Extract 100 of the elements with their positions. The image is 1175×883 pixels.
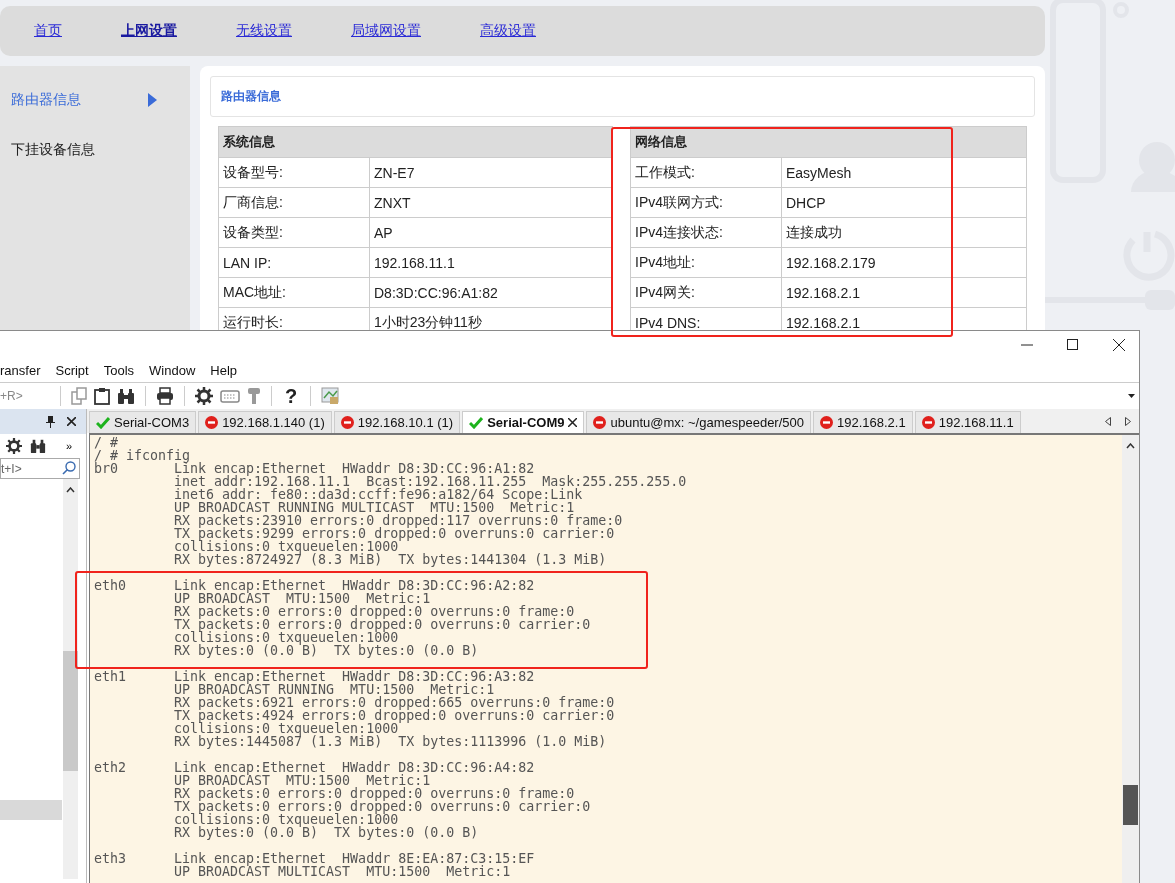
- keyboard-icon[interactable]: [220, 389, 240, 404]
- map-lock-icon[interactable]: [321, 387, 339, 406]
- connect-field[interactable]: +R>: [0, 389, 50, 404]
- sidebar-item[interactable]: 路由器信息: [0, 90, 190, 110]
- scroll-thumb[interactable]: [1123, 785, 1138, 825]
- binoculars-icon[interactable]: [30, 438, 46, 454]
- terminal-line: RX bytes:0 (0.0 B) TX bytes:0 (0.0 B): [174, 644, 479, 657]
- nav-link[interactable]: 局域网设置: [351, 22, 421, 40]
- terminal-line: TX packets:0 errors:0 dropped:0 overruns:0 carrier:0: [174, 618, 591, 631]
- scroll-up-icon[interactable]: [1126, 443, 1135, 449]
- nav-link[interactable]: 首页: [34, 22, 62, 40]
- terminal-line: collisions:0 txqueuelen:1000: [174, 540, 399, 553]
- table-cell: IPv4联网方式:: [630, 187, 782, 218]
- terminal-line: RX bytes:1445087 (1.3 MiB) TX bytes:1113996 (1.0 MiB): [174, 735, 607, 748]
- close-icon[interactable]: [67, 417, 76, 426]
- nav-link[interactable]: 高级设置: [480, 22, 536, 40]
- table-cell: IPv4连接状态:: [630, 217, 782, 248]
- scroll-left-icon[interactable]: [1105, 416, 1111, 426]
- terminal-line: RX packets:0 errors:0 dropped:0 overruns:0 frame:0: [174, 787, 575, 800]
- menu-item[interactable]: ransfer: [0, 363, 41, 378]
- close-icon[interactable]: [568, 418, 578, 427]
- terminal-line: TX packets:9299 errors:0 dropped:0 overruns:0 carrier:0: [174, 527, 615, 540]
- print-icon[interactable]: [156, 387, 174, 406]
- table-cell: IPv4地址:: [630, 247, 782, 278]
- session-tab[interactable]: ubuntu@mx: ~/gamespeeder/500: [586, 411, 811, 433]
- copy-icon[interactable]: [71, 387, 87, 406]
- binoculars-icon[interactable]: [117, 387, 135, 406]
- settings-icon[interactable]: [195, 387, 213, 406]
- terminal-line: UP BROADCAST RUNNING MTU:1500 Metric:1: [174, 683, 495, 696]
- terminal-line: RX packets:0 errors:0 dropped:0 overruns:0 frame:0: [174, 605, 575, 618]
- table-cell: 工作模式:: [630, 157, 782, 188]
- terminal-line: RX packets:23910 errors:0 dropped:117 overruns:0 frame:0: [174, 514, 623, 527]
- tab-label: Serial-COM9: [487, 415, 565, 430]
- menu-item[interactable]: Help: [210, 363, 238, 378]
- terminal-line: / # ifconfig: [94, 449, 191, 462]
- tab-label: 192.168.11.1: [938, 415, 1014, 430]
- menu-item[interactable]: Tools: [103, 363, 135, 378]
- terminal-line: collisions:0 txqueuelen:1000: [174, 631, 399, 644]
- nav-link[interactable]: 无线设置: [236, 22, 292, 40]
- session-tab[interactable]: Serial-COM9: [462, 411, 585, 433]
- panel-title: 路由器信息: [210, 76, 1035, 117]
- table-header: 网络信息: [630, 126, 1027, 158]
- terminal-line: Link encap:Ethernet HWaddr D8:3D:CC:96:A4:82: [174, 761, 535, 774]
- menu-item[interactable]: Script: [55, 363, 89, 378]
- session-tab[interactable]: 192.168.11.1: [914, 411, 1021, 433]
- session-tab[interactable]: Serial-COM3: [89, 411, 197, 433]
- clipboard-icon[interactable]: [94, 387, 110, 406]
- interface-name: eth1: [94, 670, 128, 683]
- pin-icon[interactable]: [46, 415, 55, 428]
- table-cell: MAC地址:: [218, 277, 370, 308]
- terminal-line: collisions:0 txqueuelen:1000: [174, 722, 399, 735]
- terminal-line: / #: [94, 436, 119, 449]
- table-cell: IPv4网关:: [630, 277, 782, 308]
- tab-label: 192.168.10.1 (1): [357, 415, 454, 430]
- search-icon[interactable]: [62, 461, 76, 475]
- table-cell: EasyMesh: [781, 157, 1027, 188]
- table-cell: 设备类型:: [218, 217, 370, 248]
- nav-link[interactable]: 上网设置: [121, 22, 177, 40]
- no-entry-icon: [820, 416, 833, 429]
- table-cell: 192.168.2.1: [781, 277, 1027, 308]
- maximize-icon[interactable]: [1067, 338, 1079, 351]
- no-entry-icon: [340, 416, 354, 429]
- session-tab[interactable]: 192.168.1.140 (1): [198, 411, 332, 433]
- dropdown-arrow-icon[interactable]: [1128, 394, 1135, 399]
- no-entry-icon: [921, 416, 935, 429]
- menu-item[interactable]: Window: [149, 363, 196, 378]
- sidebar-item[interactable]: 下挂设备信息: [0, 140, 190, 160]
- triangle-icon: [147, 93, 157, 107]
- check-icon: [469, 416, 484, 429]
- terminal-line: UP BROADCAST RUNNING MULTICAST MTU:1500 Metric:1: [174, 501, 575, 514]
- tab-label: 192.168.1.140 (1): [222, 415, 325, 430]
- scroll-up-icon[interactable]: [66, 487, 75, 493]
- table-header: 系统信息: [218, 126, 613, 158]
- session-tab[interactable]: 192.168.10.1 (1): [333, 411, 461, 433]
- filter-field[interactable]: t+I>: [0, 458, 80, 479]
- table-cell: 连接成功: [781, 217, 1027, 248]
- scroll-thumb[interactable]: [63, 651, 78, 771]
- close-icon[interactable]: [1113, 338, 1125, 351]
- more-button[interactable]: »: [66, 440, 73, 452]
- interface-name: br0: [94, 462, 120, 475]
- table-cell: DHCP: [781, 187, 1027, 218]
- scrollbar[interactable]: [1122, 435, 1139, 883]
- table-cell: 厂商信息:: [218, 187, 370, 218]
- settings-icon[interactable]: [6, 438, 22, 454]
- table-cell: 设备型号:: [218, 157, 370, 188]
- help-button[interactable]: ?: [282, 384, 300, 408]
- tab-label: Serial-COM3: [114, 415, 190, 430]
- table-cell: LAN IP:: [218, 247, 370, 278]
- terminal-line: RX bytes:8724927 (8.3 MiB) TX bytes:1441304 (1.3 MiB): [174, 553, 607, 566]
- session-tab[interactable]: 192.168.2.1: [813, 411, 913, 433]
- terminal-line: collisions:0 txqueuelen:1000: [174, 813, 399, 826]
- terminal-line: Link encap:Ethernet HWaddr D8:3D:CC:96:A1:82: [174, 462, 535, 475]
- table-cell: 192.168.2.179: [781, 247, 1027, 278]
- terminal-line: RX packets:6921 errors:0 dropped:665 overruns:0 frame:0: [174, 696, 615, 709]
- scroll-right-icon[interactable]: [1125, 416, 1131, 426]
- terminal-line: UP BROADCAST MULTICAST MTU:1500 Metric:1: [174, 865, 511, 878]
- terminal-line: RX bytes:0 (0.0 B) TX bytes:0 (0.0 B): [174, 826, 479, 839]
- scrollbar[interactable]: [63, 479, 78, 879]
- no-entry-icon: [593, 416, 607, 429]
- no-entry-icon: [205, 416, 219, 429]
